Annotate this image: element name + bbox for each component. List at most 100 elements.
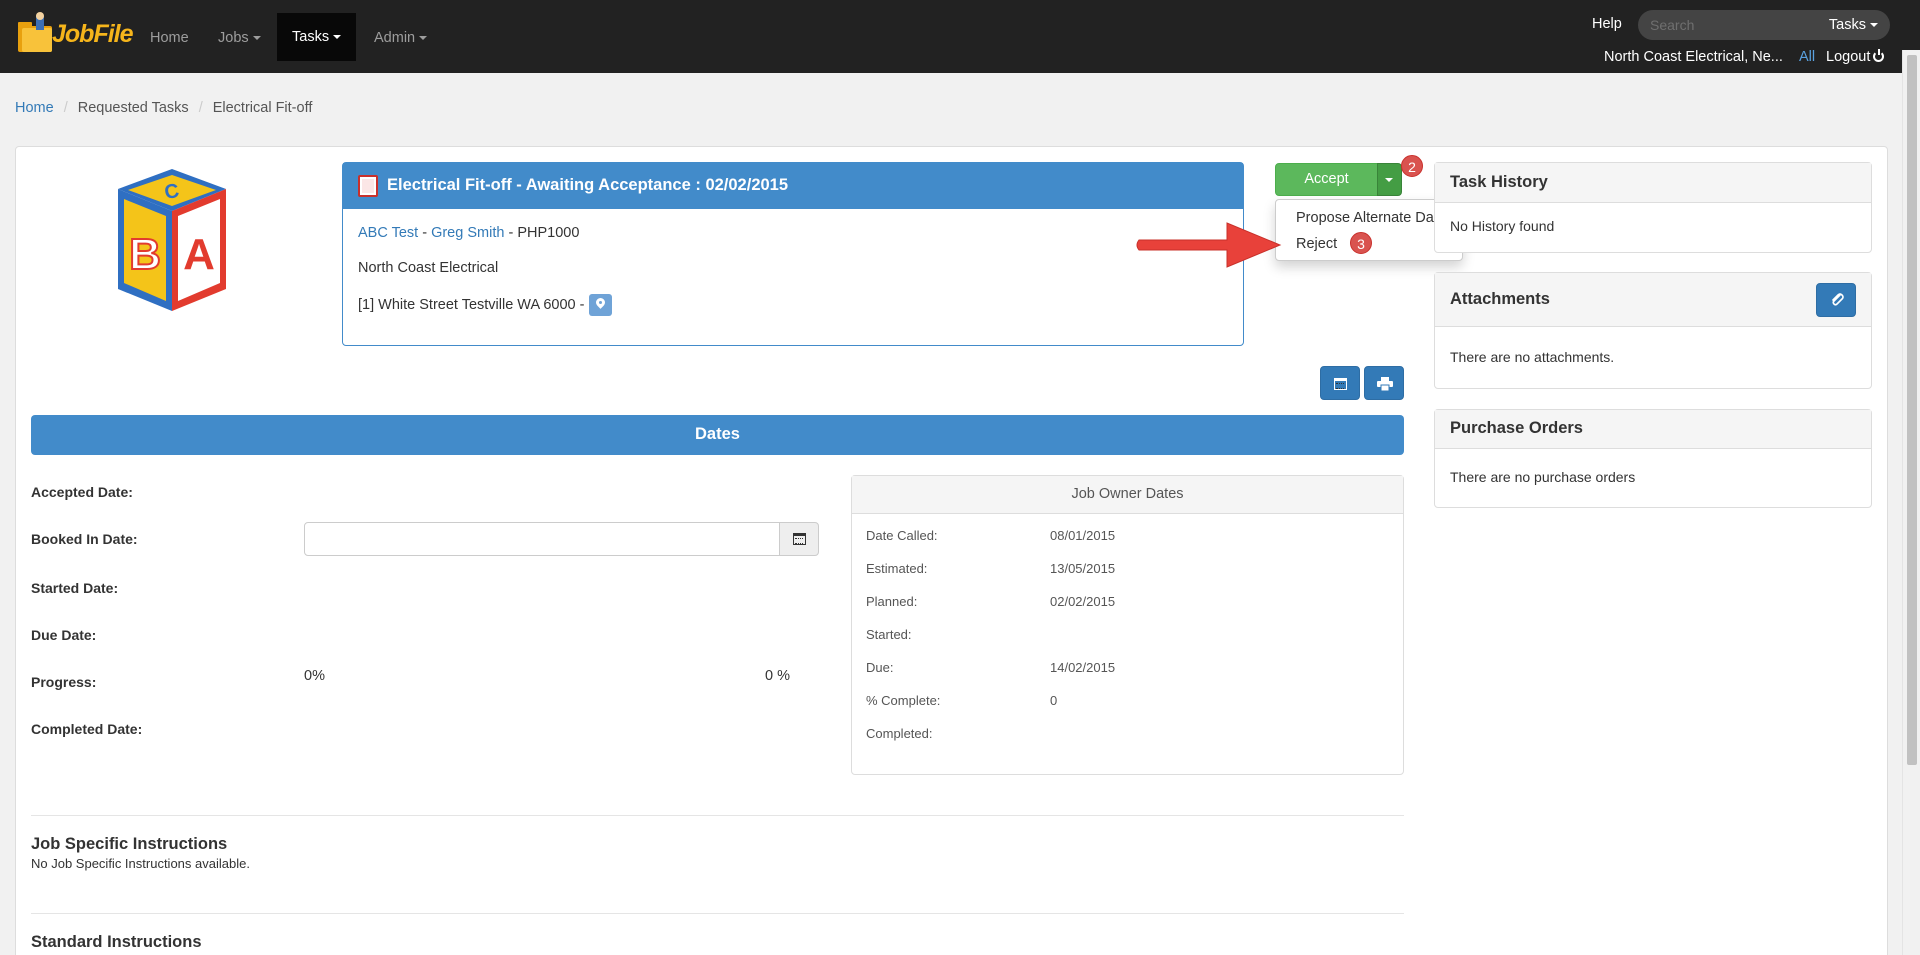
estimated-label: Estimated: xyxy=(866,561,928,576)
booked-in-date-picker-button[interactable] xyxy=(779,522,819,556)
divider xyxy=(31,815,1404,816)
print-icon xyxy=(1377,377,1393,391)
client-link[interactable]: ABC Test xyxy=(358,225,418,241)
attachments-panel: Attachments There are no attachments. xyxy=(1434,272,1872,389)
nav-jobs-label: Jobs xyxy=(218,30,249,46)
task-header: Electrical Fit-off - Awaiting Acceptance… xyxy=(343,163,1243,209)
calendar-button[interactable] xyxy=(1320,366,1360,400)
logout-link[interactable]: Logout xyxy=(1826,49,1885,65)
step-badge-2: 2 xyxy=(1401,155,1423,177)
print-button[interactable] xyxy=(1364,366,1404,400)
job-owner-dates-title: Job Owner Dates xyxy=(852,476,1403,514)
task-history-text: No History found xyxy=(1450,218,1555,234)
started-date-label: Started Date: xyxy=(31,580,119,596)
job-owner-dates-panel: Job Owner Dates Date Called: 08/01/2015 … xyxy=(851,475,1404,775)
top-navbar: JobFile Home Jobs Tasks Admin Help Tasks… xyxy=(0,0,1920,73)
progress-label: Progress: xyxy=(31,674,97,690)
nav-tasks-label: Tasks xyxy=(292,29,330,45)
company-name[interactable]: North Coast Electrical, Ne... xyxy=(1604,49,1783,65)
date-called-value: 08/01/2015 xyxy=(1050,528,1116,543)
annotation-arrow-icon xyxy=(1136,222,1282,268)
breadcrumb-separator: / xyxy=(63,100,68,116)
caret-down-icon xyxy=(252,36,261,41)
search-box: Tasks xyxy=(1638,10,1890,40)
standard-instructions-title: Standard Instructions xyxy=(31,933,202,951)
calendar-icon xyxy=(793,533,806,545)
percent-complete-value: 0 xyxy=(1050,693,1058,708)
planned-label: Planned: xyxy=(866,594,918,609)
nav-admin[interactable]: Admin xyxy=(359,13,442,73)
calendar-icon xyxy=(1334,378,1347,390)
breadcrumb: Home / Requested Tasks / Electrical Fit-off xyxy=(15,100,312,116)
breadcrumb-requested-tasks[interactable]: Requested Tasks xyxy=(78,100,189,116)
task-history-panel: Task History No History found xyxy=(1434,162,1872,253)
map-marker-icon[interactable] xyxy=(588,294,612,316)
logout-label: Logout xyxy=(1826,49,1871,65)
jobfile-logo[interactable]: JobFile xyxy=(14,8,134,60)
propose-alternate-date-item[interactable]: Propose Alternate Date xyxy=(1296,210,1446,226)
step-badge-3: 3 xyxy=(1350,232,1372,254)
all-link[interactable]: All xyxy=(1799,49,1815,65)
abc-blocks-image: C B A xyxy=(118,169,226,311)
nav-jobs[interactable]: Jobs xyxy=(203,13,276,73)
estimated-value: 13/05/2015 xyxy=(1050,561,1116,576)
due-label: Due: xyxy=(866,660,894,675)
purchase-orders-title: Purchase Orders xyxy=(1435,410,1871,449)
logo-text: JobFile xyxy=(52,20,134,48)
scrollbar-thumb[interactable] xyxy=(1907,55,1917,765)
task-address: [1] White Street Testville WA 6000 - xyxy=(358,296,585,313)
booked-in-date-label: Booked In Date: xyxy=(31,531,138,547)
task-document-icon xyxy=(358,175,378,197)
add-attachment-button[interactable] xyxy=(1816,283,1856,317)
search-input[interactable] xyxy=(1650,10,1800,40)
paperclip-icon xyxy=(1832,293,1844,306)
help-link[interactable]: Help xyxy=(1592,16,1622,32)
page-scrollbar[interactable] xyxy=(1902,50,1920,955)
date-called-label: Date Called: xyxy=(866,528,938,543)
task-address-line: [1] White Street Testville WA 6000 - xyxy=(358,294,612,316)
percent-complete-label: % Complete: xyxy=(866,693,941,708)
accept-button[interactable]: Accept xyxy=(1275,163,1378,196)
divider xyxy=(31,913,1404,914)
svg-text:B: B xyxy=(129,230,161,279)
completed-date-label: Completed Date: xyxy=(31,721,143,737)
breadcrumb-home[interactable]: Home xyxy=(15,100,54,116)
due-date-label: Due Date: xyxy=(31,627,97,643)
attachments-header: Attachments xyxy=(1435,273,1871,327)
purchase-orders-text: There are no purchase orders xyxy=(1450,469,1636,485)
power-icon xyxy=(1873,49,1885,62)
task-history-title: Task History xyxy=(1435,163,1871,203)
caret-down-icon xyxy=(419,36,428,41)
task-summary-panel: Electrical Fit-off - Awaiting Acceptance… xyxy=(342,162,1244,346)
due-value: 14/02/2015 xyxy=(1050,660,1116,675)
search-scope-label: Tasks xyxy=(1828,17,1866,33)
nav-tasks[interactable]: Tasks xyxy=(277,13,357,61)
job-specific-instructions-title: Job Specific Instructions xyxy=(31,835,228,853)
task-client-line: ABC Test - Greg Smith - PHP1000 xyxy=(358,225,580,241)
search-scope-dropdown[interactable]: Tasks xyxy=(1829,17,1878,33)
job-specific-instructions-text: No Job Specific Instructions available. xyxy=(31,856,250,871)
caret-down-icon xyxy=(333,35,342,40)
svg-text:A: A xyxy=(183,230,215,279)
task-company: North Coast Electrical xyxy=(358,260,499,276)
dates-section-header: Dates xyxy=(31,415,1404,455)
task-header-title: Electrical Fit-off - Awaiting Acceptance… xyxy=(387,176,789,194)
attachments-title: Attachments xyxy=(1450,290,1550,308)
booked-in-date-input[interactable] xyxy=(304,522,780,556)
started-label: Started: xyxy=(866,627,912,642)
accepted-date-label: Accepted Date: xyxy=(31,484,133,500)
reject-item[interactable]: Reject xyxy=(1296,236,1337,252)
caret-down-icon xyxy=(1870,23,1878,28)
completed-label: Completed: xyxy=(866,726,933,741)
job-code: PHP1000 xyxy=(517,225,580,241)
progress-value-left: 0% xyxy=(304,668,325,684)
purchase-orders-panel: Purchase Orders There are no purchase or… xyxy=(1434,409,1872,508)
breadcrumb-separator: / xyxy=(198,100,203,116)
nav-admin-label: Admin xyxy=(374,30,416,46)
planned-value: 02/02/2015 xyxy=(1050,594,1116,609)
breadcrumb-current: Electrical Fit-off xyxy=(212,100,313,116)
accept-dropdown-toggle[interactable] xyxy=(1377,163,1402,196)
progress-value-right: 0 % xyxy=(765,668,790,684)
contact-link[interactable]: Greg Smith xyxy=(431,225,504,241)
nav-home[interactable]: Home xyxy=(135,13,204,73)
